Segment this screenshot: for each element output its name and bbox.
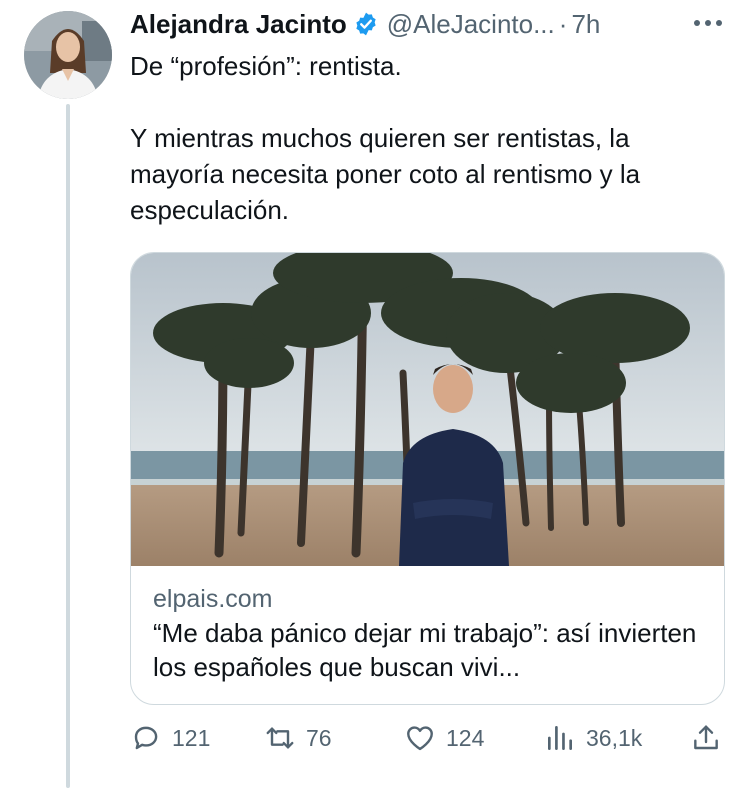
retweet-icon <box>266 727 294 749</box>
more-icon <box>694 20 722 26</box>
reply-count: 121 <box>172 724 211 751</box>
verified-badge-icon <box>356 12 376 36</box>
avatar-image <box>24 11 112 99</box>
views-count: 36,1k <box>586 724 643 751</box>
card-image <box>131 253 724 566</box>
thread-line <box>66 104 70 788</box>
share-button[interactable] <box>690 718 732 758</box>
tweet-text: De “profesión”: rentista. Y mientras muc… <box>130 48 730 228</box>
link-card[interactable]: elpais.com “Me daba pánico dejar mi trab… <box>130 252 725 705</box>
author-name[interactable]: Alejandra Jacinto <box>130 9 347 40</box>
reply-button[interactable]: 121 <box>130 718 210 758</box>
like-count: 124 <box>446 724 485 751</box>
share-icon <box>694 725 718 750</box>
like-button[interactable]: 124 <box>404 718 484 758</box>
action-bar: 121 76 124 36,1k <box>130 718 730 758</box>
card-headline: “Me daba pánico dejar mi trabajo”: así i… <box>153 618 697 682</box>
retweet-button[interactable]: 76 <box>264 718 332 758</box>
tweet-text-paragraph: Y mientras muchos quieren ser rentistas,… <box>130 123 641 225</box>
separator: · <box>558 8 568 39</box>
author-handle[interactable]: @AleJacinto... <box>387 9 555 40</box>
card-domain: elpais.com <box>153 585 273 613</box>
retweet-count: 76 <box>306 724 332 751</box>
more-button[interactable] <box>690 8 726 38</box>
views-icon <box>548 726 572 750</box>
timestamp[interactable]: 7h <box>571 9 600 40</box>
reply-icon <box>134 726 158 750</box>
tweet-text-line: De “profesión”: rentista. <box>130 51 402 81</box>
views-button[interactable]: 36,1k <box>544 718 642 758</box>
avatar[interactable] <box>24 11 112 99</box>
like-icon <box>407 726 433 751</box>
tweet-header: Alejandra Jacinto @AleJacinto... · 7h <box>130 6 600 42</box>
